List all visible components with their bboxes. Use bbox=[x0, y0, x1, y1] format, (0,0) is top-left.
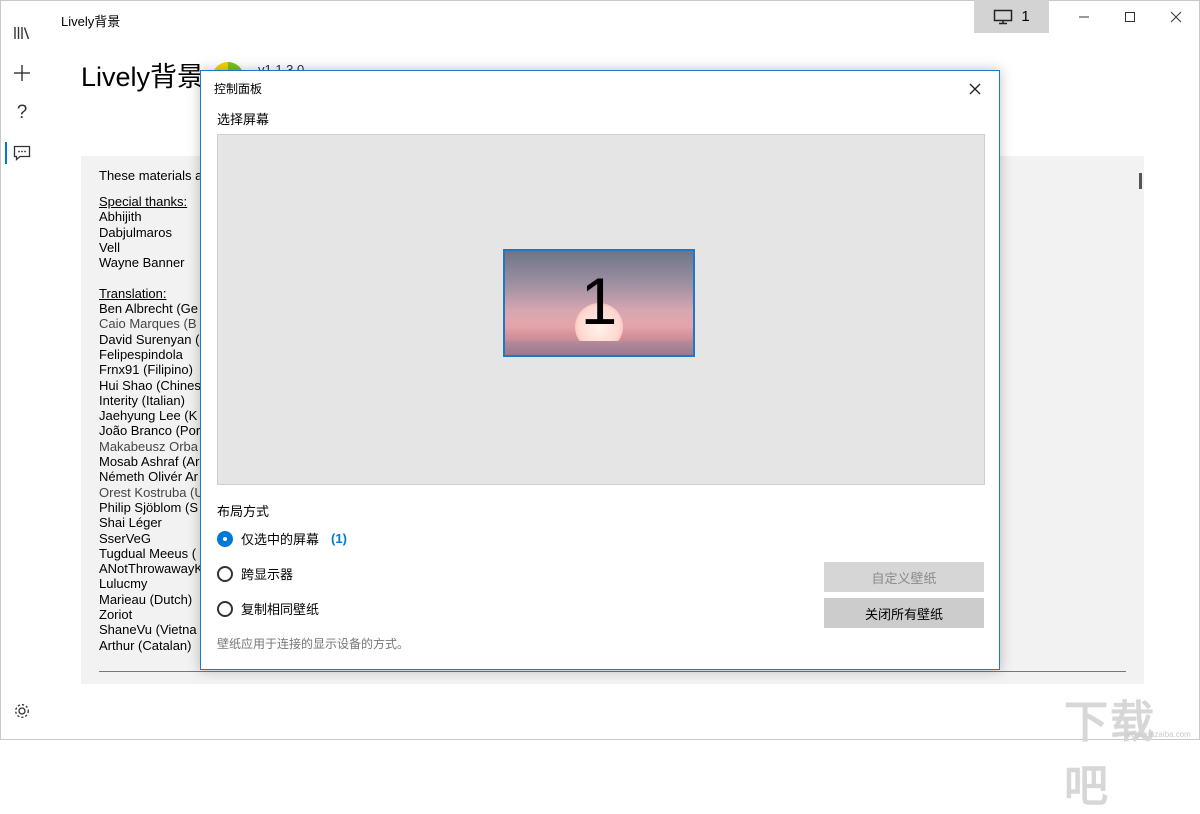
plus-icon bbox=[14, 65, 30, 81]
close-icon bbox=[969, 83, 981, 95]
minimize-button[interactable] bbox=[1061, 0, 1107, 33]
credits-list: Special thanks: Abhijith Dabjulmaros Vel… bbox=[99, 194, 200, 653]
list-item: Arthur (Catalan) bbox=[99, 637, 192, 653]
list-item: Dabjulmaros bbox=[99, 224, 172, 240]
list-item: Ben Albrecht (Ge bbox=[99, 301, 198, 317]
screen-count-badge: (1) bbox=[331, 531, 347, 546]
list-item: David Surenyan ( bbox=[99, 331, 200, 347]
screen-thumbnail[interactable]: 1 bbox=[503, 249, 695, 357]
title-bar: Lively背景 1 bbox=[0, 0, 1200, 34]
list-item: Caio Marques (B bbox=[99, 316, 197, 332]
sidebar-item-about[interactable] bbox=[10, 141, 34, 165]
list-item: Frnx91 (Filipino) bbox=[99, 362, 193, 378]
chat-icon bbox=[13, 145, 31, 161]
sidebar-item-add[interactable] bbox=[10, 61, 34, 85]
minimize-icon bbox=[1079, 16, 1089, 17]
dialog-title: 控制面板 bbox=[214, 82, 263, 96]
watermark-url: www.xiazaiba.com bbox=[1125, 730, 1191, 739]
list-item: SserVeG bbox=[99, 530, 152, 546]
radio-button-checked[interactable] bbox=[217, 530, 233, 547]
layout-option-label: 仅选中的屏幕 bbox=[241, 532, 320, 547]
sidebar: ? bbox=[0, 0, 42, 740]
layout-option-span[interactable]: 跨显示器 bbox=[217, 564, 293, 583]
list-item: Abhijith bbox=[99, 209, 142, 225]
layout-option-label: 复制相同壁纸 bbox=[241, 602, 320, 617]
list-item: Wayne Banner bbox=[99, 255, 185, 271]
screen-number: 1 bbox=[580, 264, 618, 338]
list-item: Zoriot bbox=[99, 607, 133, 623]
scrollbar-thumb[interactable] bbox=[1139, 173, 1142, 189]
maximize-button[interactable] bbox=[1107, 0, 1153, 33]
divider bbox=[99, 671, 1126, 672]
control-panel-dialog: 控制面板 选择屏幕 1 布局方式 仅选中的屏幕 (1) 跨显示器 复制相同壁纸 自… bbox=[200, 70, 1000, 670]
wallpaper-hills bbox=[505, 341, 693, 355]
list-item: Interity (Italian) bbox=[99, 392, 185, 408]
sidebar-settings[interactable] bbox=[10, 699, 34, 723]
translation-header: Translation: bbox=[99, 285, 167, 301]
sidebar-item-library[interactable] bbox=[10, 21, 34, 45]
maximize-icon bbox=[1125, 11, 1135, 22]
list-item: ANotThrowawayK bbox=[99, 561, 200, 577]
layout-option-duplicate[interactable]: 复制相同壁纸 bbox=[217, 599, 319, 618]
list-item: Orest Kostruba (U bbox=[99, 484, 200, 500]
list-item: Tugdual Meeus ( bbox=[99, 545, 197, 561]
radio-button[interactable] bbox=[217, 565, 233, 582]
special-thanks-header: Special thanks: bbox=[99, 194, 188, 209]
list-item: Jaehyung Lee (K bbox=[99, 408, 198, 424]
close-all-wallpapers-button[interactable]: 关闭所有壁纸 bbox=[824, 598, 984, 628]
layout-option-label: 跨显示器 bbox=[241, 567, 294, 582]
sidebar-active-indicator bbox=[5, 142, 7, 164]
select-screen-label: 选择屏幕 bbox=[217, 112, 270, 127]
list-item: Hui Shao (Chines bbox=[99, 377, 200, 393]
radio-button[interactable] bbox=[217, 600, 233, 617]
sidebar-item-help[interactable]: ? bbox=[10, 101, 34, 125]
layout-hint-text: 壁纸应用于连接的显示设备的方式。 bbox=[217, 637, 410, 651]
monitor-number-label: 1 bbox=[1021, 8, 1030, 25]
credits-intro: These materials a bbox=[99, 168, 203, 183]
list-item: Shai Léger bbox=[99, 515, 162, 531]
layout-option-selected-only[interactable]: 仅选中的屏幕 (1) bbox=[217, 529, 347, 548]
library-icon bbox=[14, 27, 30, 40]
monitor-select-button[interactable]: 1 bbox=[974, 0, 1049, 33]
app-title: Lively背景 bbox=[61, 14, 121, 29]
screen-selection-area: 1 bbox=[217, 134, 985, 485]
page-title: Lively背景 bbox=[81, 62, 205, 92]
list-item: Philip Sjöblom (S bbox=[99, 499, 198, 515]
layout-label: 布局方式 bbox=[217, 504, 270, 519]
list-item: Makabeusz Orba bbox=[99, 438, 198, 454]
list-item: Mosab Ashraf (Ar bbox=[99, 454, 200, 470]
question-icon: ? bbox=[16, 102, 28, 123]
monitor-icon bbox=[994, 9, 1013, 24]
list-item: ShaneVu (Vietna bbox=[99, 622, 197, 638]
list-item: Marieau (Dutch) bbox=[99, 591, 193, 607]
watermark-logo: 下载吧 bbox=[1064, 697, 1156, 812]
close-icon bbox=[1170, 11, 1182, 22]
close-button[interactable] bbox=[1153, 0, 1199, 33]
gear-icon bbox=[15, 704, 29, 718]
list-item: João Branco (Por bbox=[99, 423, 200, 439]
list-item: Felipespindola bbox=[99, 346, 183, 362]
list-item: Lulucmy bbox=[99, 576, 148, 592]
customize-wallpaper-button[interactable]: 自定义壁纸 bbox=[824, 562, 984, 592]
list-item: Németh Olivér Ar bbox=[99, 469, 198, 485]
list-item: Vell bbox=[99, 239, 120, 255]
dialog-close-button[interactable] bbox=[963, 77, 987, 101]
